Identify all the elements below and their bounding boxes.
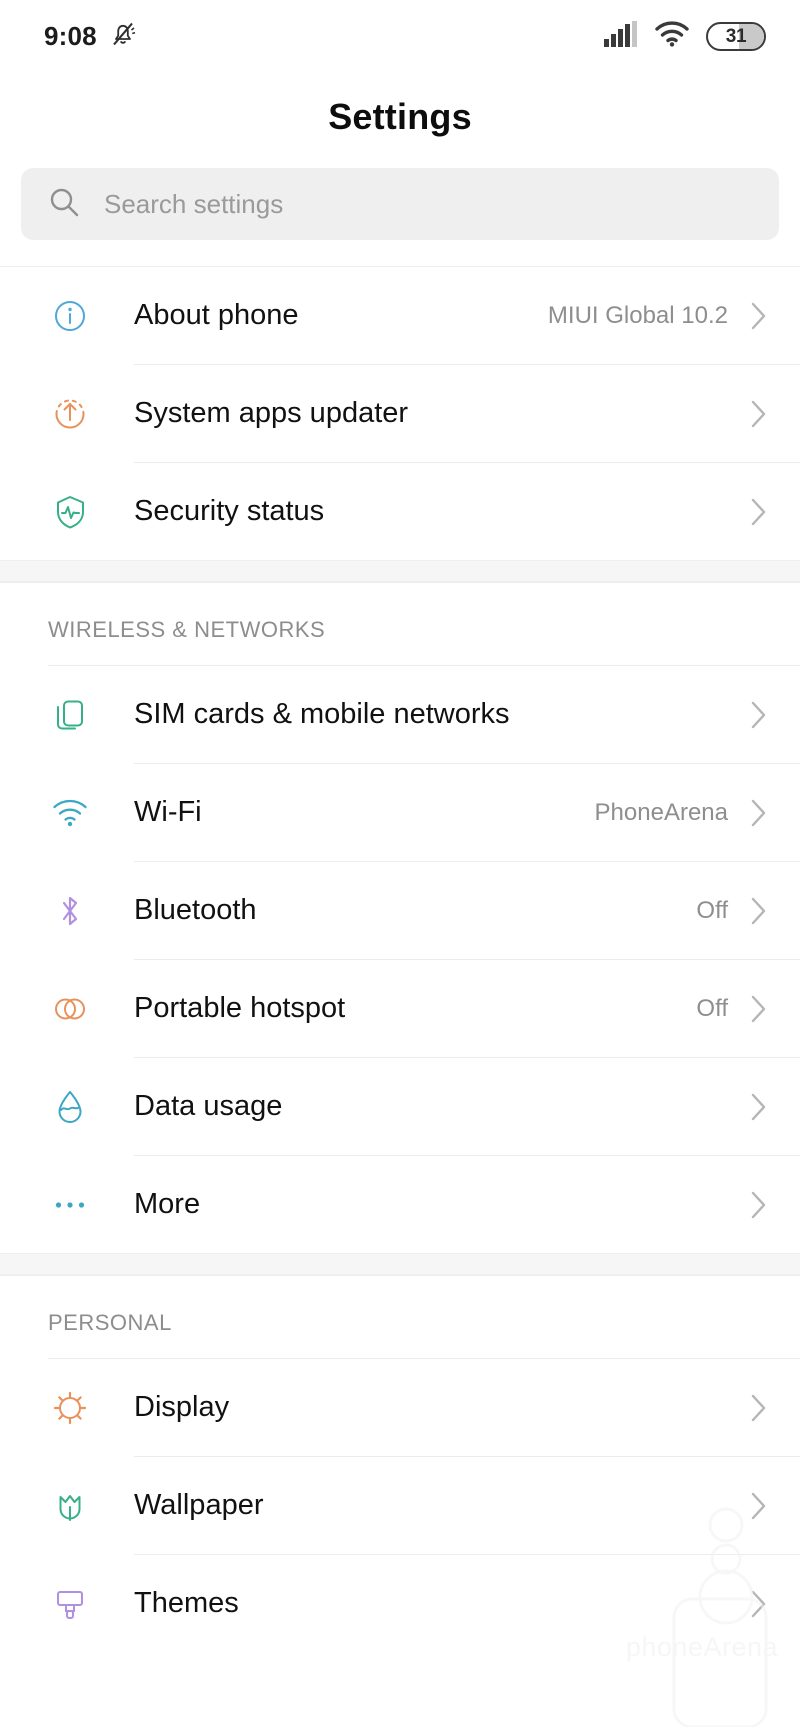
row-label: Security status: [134, 495, 325, 527]
section-header: WIRELESS & NETWORKS: [48, 617, 326, 642]
signal-bars-icon: [604, 20, 638, 52]
row-label: Data usage: [134, 1090, 283, 1122]
search-container: Search settings: [0, 168, 800, 266]
settings-group: WIRELESS & NETWORKS SIM cards & mobile ne…: [0, 582, 800, 1253]
row-value: Off: [696, 994, 728, 1022]
wifi-icon: [44, 794, 96, 832]
brightness-sun-icon: [44, 1389, 96, 1427]
row-label: SIM cards & mobile networks: [134, 698, 510, 730]
settings-row-data-usage[interactable]: Data usage: [0, 1058, 800, 1155]
settings-row-about-phone[interactable]: About phone MIUI Global 10.2: [0, 267, 800, 364]
chevron-right-icon: [748, 299, 770, 333]
battery-level-text: 31: [725, 25, 747, 47]
shield-pulse-icon: [44, 493, 96, 531]
row-value: Off: [696, 896, 728, 924]
row-label: Display: [134, 1391, 230, 1423]
row-label: Portable hotspot: [134, 992, 346, 1024]
search-input[interactable]: Search settings: [104, 189, 283, 220]
section-header: PERSONAL: [48, 1310, 172, 1335]
chevron-right-icon: [748, 698, 770, 732]
system-update-icon: [44, 395, 96, 433]
themes-brush-icon: [44, 1585, 96, 1623]
status-bar: 9:08 31: [0, 0, 800, 72]
settings-group: PERSONAL Display Wallpaper Themes: [0, 1275, 800, 1652]
status-bar-left: 9:08: [44, 20, 136, 53]
settings-row-sim-cards-mobile-networks[interactable]: SIM cards & mobile networks: [0, 666, 800, 763]
settings-row-security-status[interactable]: Security status: [0, 463, 800, 560]
row-value: MIUI Global 10.2: [547, 301, 728, 329]
row-label: Bluetooth: [134, 894, 257, 926]
chevron-right-icon: [748, 992, 770, 1026]
wallpaper-flower-icon: [44, 1487, 96, 1525]
settings-row-wallpaper[interactable]: Wallpaper: [0, 1457, 800, 1554]
chevron-right-icon: [748, 397, 770, 431]
row-label: System apps updater: [134, 397, 409, 429]
row-label: Themes: [134, 1587, 239, 1619]
settings-group: About phone MIUI Global 10.2 System apps u…: [0, 266, 800, 560]
status-bar-clock: 9:08: [44, 20, 97, 51]
bell-off-icon: [110, 20, 136, 53]
more-dots-icon: [44, 1186, 96, 1224]
settings-row-themes[interactable]: Themes: [0, 1555, 800, 1652]
section-separator: [0, 560, 800, 582]
row-value: PhoneArena: [594, 798, 728, 826]
settings-row-system-apps-updater[interactable]: System apps updater: [0, 365, 800, 462]
settings-row-portable-hotspot[interactable]: Portable hotspot Off: [0, 960, 800, 1057]
settings-row-display[interactable]: Display: [0, 1359, 800, 1456]
status-bar-right: 31: [604, 20, 766, 52]
row-label: More: [134, 1188, 201, 1220]
hotspot-icon: [44, 990, 96, 1028]
chevron-right-icon: [748, 1391, 770, 1425]
data-usage-droplet-icon: [44, 1088, 96, 1126]
info-circle-icon: [44, 297, 96, 335]
chevron-right-icon: [748, 1489, 770, 1523]
chevron-right-icon: [748, 796, 770, 830]
chevron-right-icon: [748, 1587, 770, 1621]
row-label: Wallpaper: [134, 1489, 264, 1521]
settings-list: About phone MIUI Global 10.2 System apps u…: [0, 266, 800, 1652]
row-label: Wi-Fi: [134, 796, 202, 828]
settings-row-more[interactable]: More: [0, 1156, 800, 1253]
battery-indicator: 31: [706, 21, 766, 51]
page-title: Settings: [328, 96, 472, 137]
search-icon: [48, 186, 80, 223]
search-bar[interactable]: Search settings: [21, 168, 779, 240]
chevron-right-icon: [748, 1188, 770, 1222]
settings-row-wi-fi[interactable]: Wi-Fi PhoneArena: [0, 764, 800, 861]
chevron-right-icon: [748, 894, 770, 928]
row-label: About phone: [134, 299, 299, 331]
chevron-right-icon: [748, 495, 770, 529]
settings-screen: 9:08 31 Settings Search settings About p…: [0, 0, 800, 1733]
wifi-icon: [655, 20, 689, 52]
sim-cards-icon: [44, 696, 96, 734]
bluetooth-icon: [44, 892, 96, 930]
settings-row-bluetooth[interactable]: Bluetooth Off: [0, 862, 800, 959]
section-separator: [0, 1253, 800, 1275]
chevron-right-icon: [748, 1090, 770, 1124]
